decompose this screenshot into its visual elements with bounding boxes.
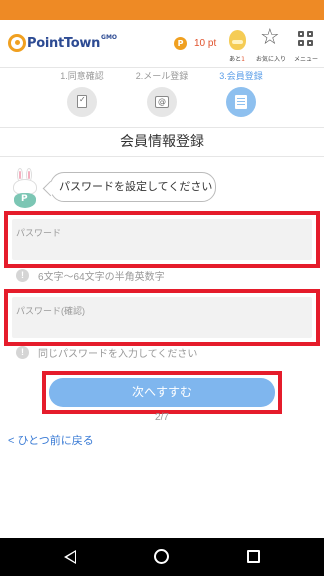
mail-icon: @ [155, 96, 169, 108]
nav-recents-icon[interactable] [247, 550, 260, 563]
nav-back-icon[interactable] [64, 550, 76, 564]
points-value: 10 pt [194, 37, 217, 49]
app-header: PointTown GMO P 10 pt あと1 ☆ お気に入り メニュー [0, 20, 324, 68]
password-hint-text: 6文字〜64文字の半角英数字 [38, 271, 165, 283]
step-consent: 1.同意確認 [37, 69, 127, 117]
password-hint: ! 6文字〜64文字の半角英数字 [16, 268, 165, 283]
form-icon [235, 95, 247, 109]
step-member: 3.会員登録 [196, 69, 286, 117]
step-label: 2.メール登録 [135, 71, 189, 81]
rabbit-mascot-icon [10, 168, 40, 208]
menu-label: メニュー [293, 56, 318, 63]
logo-mark-icon [8, 34, 26, 52]
step-circle [226, 87, 256, 117]
logo-text: PointTown [27, 35, 101, 51]
password-confirm-input[interactable]: パスワード(確認) [12, 297, 312, 338]
egg-icon [229, 30, 246, 50]
password-input[interactable]: パスワード [12, 219, 312, 260]
info-icon: ! [16, 268, 29, 282]
favorites-button[interactable]: ☆ お気に入り [256, 25, 286, 64]
check-document-icon [77, 95, 87, 108]
favorites-label: お気に入り [255, 56, 286, 63]
status-bar [0, 0, 324, 20]
menu-button[interactable]: メニュー [291, 28, 321, 64]
step-circle [67, 87, 97, 117]
step-counter: 2/7 [155, 412, 169, 423]
password-confirm-placeholder: パスワード(確認) [16, 306, 85, 316]
next-button[interactable]: 次へすすむ [49, 378, 275, 407]
logo-sub-text: GMO [101, 33, 118, 41]
android-nav-bar [0, 538, 324, 576]
next-button-highlight: 次へすすむ [42, 371, 282, 414]
egg-button[interactable]: あと1 [222, 28, 252, 64]
step-email: 2.メール登録 @ [117, 69, 207, 117]
star-icon: ☆ [260, 25, 280, 50]
password-confirm-hint: ! 同じパスワードを入力してください [16, 345, 198, 360]
egg-label: あと1 [229, 56, 245, 63]
mascot-speech-bubble: パスワードを設定してください [50, 172, 216, 202]
pointtown-logo[interactable]: PointTown GMO [8, 33, 117, 53]
password-confirm-field-highlight: パスワード(確認) [4, 289, 320, 346]
password-placeholder: パスワード [16, 228, 62, 238]
points-balance[interactable]: P 10 pt [174, 34, 216, 52]
step-label: 3.会員登録 [219, 71, 263, 81]
info-icon: ! [16, 345, 29, 359]
registration-steps: 1.同意確認 2.メール登録 @ 3.会員登録 [0, 69, 324, 123]
page-title: 会員情報登録 [0, 127, 324, 157]
step-label: 1.同意確認 [60, 71, 104, 81]
password-confirm-hint-text: 同じパスワードを入力してください [38, 348, 198, 360]
nav-home-icon[interactable] [154, 549, 169, 564]
step-circle: @ [147, 87, 177, 117]
back-link[interactable]: < ひとつ前に戻る [8, 432, 94, 448]
grid-menu-icon [298, 31, 314, 47]
password-field-highlight: パスワード [4, 211, 320, 268]
coin-icon: P [174, 36, 187, 50]
